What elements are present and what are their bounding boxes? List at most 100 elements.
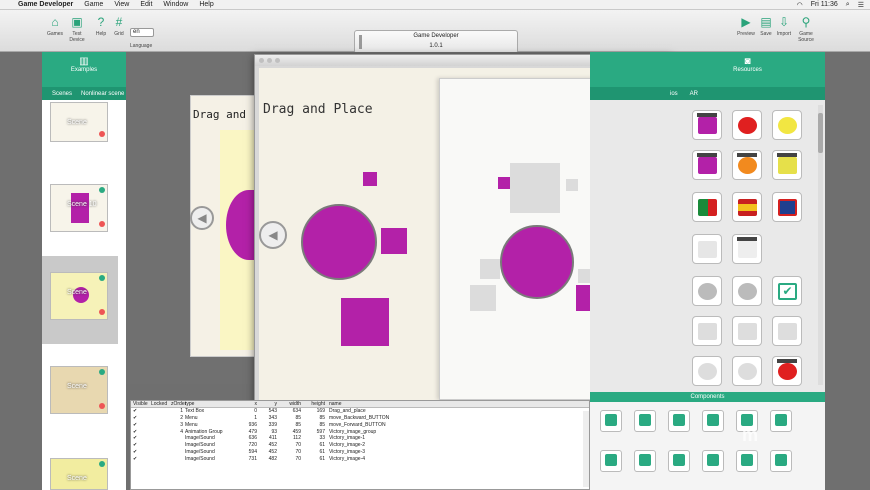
visible-checkbox[interactable]: ✔ [131,408,151,414]
resource-item[interactable] [692,356,722,386]
language-select[interactable]: en [130,28,154,37]
scene-thumbnail[interactable]: Scene [50,102,108,142]
column-header[interactable]: name [325,401,455,407]
zoom-icon[interactable] [275,58,280,63]
drag-square-small[interactable] [363,172,377,186]
placed-circle[interactable] [500,225,574,299]
visible-checkbox[interactable]: ✔ [131,435,151,441]
menu-view[interactable]: View [114,1,129,8]
visible-checkbox[interactable]: ✔ [131,429,151,435]
games-button[interactable]: ⌂ Games [44,16,66,38]
column-header[interactable]: Locked [151,401,171,407]
table-row[interactable]: ✔ Image/Sound 720 452 70 61 Victory_image-2 [131,442,589,449]
delete-icon[interactable] [99,403,105,409]
placed-square[interactable] [498,177,510,189]
minimize-icon[interactable] [267,58,272,63]
text-component[interactable] [668,450,690,472]
close-icon[interactable] [259,58,264,63]
scene-thumbnail[interactable]: Scene [50,272,108,320]
menu-edit[interactable]: Edit [140,1,152,8]
flag-spain-item[interactable] [732,192,762,222]
component-item[interactable] [600,450,622,472]
scene-thumbnail[interactable]: Scene [50,458,108,490]
component-item[interactable] [770,450,792,472]
test-device-button[interactable]: ▣ Test Device [66,16,88,44]
editor-back-arrow[interactable]: ◀ [190,206,214,230]
resource-item[interactable] [692,234,722,264]
table-row[interactable]: ✔ Image/Sound 731 482 70 61 Victory_image-4 [131,455,589,462]
rewind-item[interactable] [772,316,802,346]
preview-button[interactable]: ▶ Preview [735,16,757,38]
menu-help[interactable]: Help [199,1,213,8]
back-button-item[interactable] [692,276,722,306]
wifi-icon[interactable]: ◠ [797,1,803,9]
component-item[interactable] [668,410,690,432]
table-row[interactable]: ✔ 3 Menu 936 339 85 85 move_Forward_BUTTON [131,421,589,428]
fast-forward-item[interactable] [732,316,762,346]
resource-item[interactable] [732,110,762,140]
component-item[interactable] [634,410,656,432]
table-row[interactable]: ✔ 1 Text Box 0 543 634 169 Drag_and_place [131,408,589,415]
scene-thumbnail[interactable]: Scene 10 [50,184,108,232]
column-header[interactable]: y [257,401,278,407]
resource-item[interactable] [732,234,762,264]
component-item[interactable] [634,450,656,472]
column-header[interactable]: type [185,401,243,407]
list-icon[interactable]: ☰ [858,1,864,9]
clock[interactable]: Fri 11:36 [811,1,838,9]
column-header[interactable]: width [277,401,301,407]
resource-item[interactable] [772,110,802,140]
flag-uk-item[interactable] [772,192,802,222]
menu-game[interactable]: Game [84,1,103,8]
visible-checkbox[interactable]: ✔ [131,415,151,421]
table-row[interactable]: ✔ Image/Sound 636 411 112 33 Victory_image-1 [131,435,589,442]
tab-ar[interactable]: AR [690,91,698,97]
grid-button[interactable]: # Grid [108,16,130,38]
resource-item[interactable] [692,110,722,140]
component-item[interactable] [770,410,792,432]
drag-square-large[interactable] [341,298,389,346]
resources-scrollbar[interactable] [818,105,823,385]
scrollbar-thumb[interactable] [818,113,823,153]
audio-component[interactable] [702,450,724,472]
table-row[interactable]: ✔ 2 Menu 1 343 85 85 move_Backward_BUTTON [131,415,589,422]
resource-item[interactable] [772,356,802,386]
scene-thumbnail[interactable]: Scene [50,366,108,414]
delete-icon[interactable] [99,131,105,137]
tab-nonlinear-scene[interactable]: Nonlinear scene [81,91,124,97]
drag-circle[interactable] [301,204,377,280]
search-icon[interactable]: ⌕ [846,1,850,9]
component-item[interactable] [600,410,622,432]
forward-button-item[interactable] [732,276,762,306]
game-source-button[interactable]: ⚲ Game Source [795,16,817,44]
resource-item[interactable] [732,356,762,386]
component-item[interactable] [736,450,758,472]
menu-window[interactable]: Window [163,1,188,8]
drag-handle[interactable] [359,35,362,49]
examples-header[interactable]: ▥ Examples [42,52,126,87]
delete-icon[interactable] [99,221,105,227]
play-button-item[interactable] [692,316,722,346]
table-row[interactable]: ✔ 4 Animation Group 479 93 459 597 Victory_imag… [131,428,589,435]
column-header[interactable]: zOrder [171,401,186,407]
back-arrow-button[interactable]: ◀ [259,221,287,249]
delete-icon[interactable] [99,309,105,315]
column-header[interactable]: height [301,401,325,407]
flag-portugal-item[interactable] [692,192,722,222]
column-header[interactable]: x [243,401,258,407]
menu-app[interactable]: Game Developer [18,1,73,8]
visible-checkbox[interactable]: ✔ [131,442,151,448]
resource-item[interactable] [772,150,802,180]
tab-scenes[interactable]: Scenes [52,91,72,97]
component-item[interactable] [702,410,724,432]
resource-item[interactable] [732,150,762,180]
drag-square-medium[interactable] [381,228,407,254]
resources-header[interactable]: ◙ Resources [590,52,825,87]
visible-checkbox[interactable]: ✔ [131,449,151,455]
table-scrollbar[interactable] [583,411,589,487]
play-icon[interactable] [99,275,105,281]
column-header[interactable]: Visible [131,401,151,407]
import-button[interactable]: ⇩ Import [773,16,795,38]
resource-item[interactable] [692,150,722,180]
visible-checkbox[interactable]: ✔ [131,422,151,428]
